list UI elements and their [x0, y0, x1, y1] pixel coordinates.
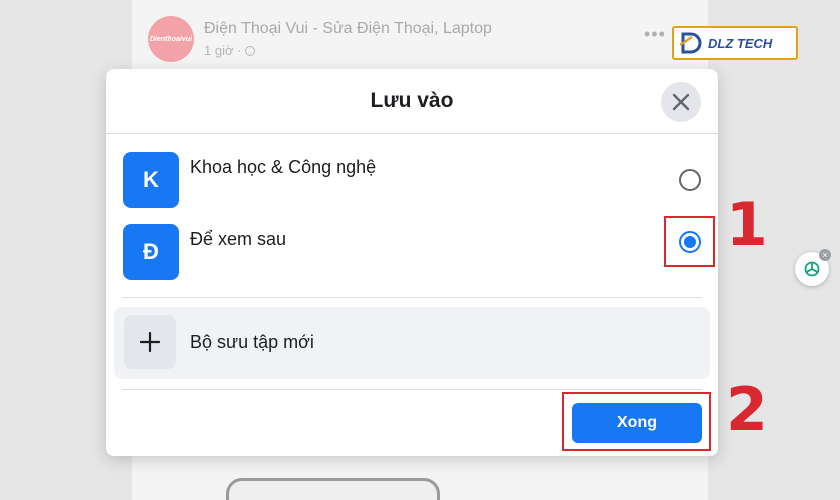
close-icon [672, 93, 690, 111]
step-number-1: 1 [726, 190, 768, 260]
post-time: 1 giờ · [204, 43, 242, 58]
openai-icon [804, 261, 820, 277]
header-divider [106, 133, 718, 134]
step-number-2: 2 [726, 375, 768, 445]
assistant-extension-button[interactable]: × [795, 249, 831, 286]
dlz-logo-icon [680, 32, 702, 54]
phone-image [226, 478, 440, 500]
list-divider [122, 297, 702, 298]
new-collection-button[interactable]: Bộ sưu tập mới [114, 307, 710, 379]
highlight-box-radio [664, 216, 715, 267]
footer-divider [122, 389, 702, 390]
plus-icon-box [124, 315, 176, 369]
collection-label: Khoa học & Công nghệ [190, 157, 377, 177]
collection-label: Để xem sau [190, 229, 287, 249]
highlight-box-done [562, 392, 711, 451]
globe-icon [245, 45, 256, 56]
collection-item-de-xem-sau[interactable]: Đ Để xem sau [123, 224, 701, 280]
post-author-name[interactable]: Điện Thoại Vui - Sửa Điện Thoại, Laptop [204, 20, 492, 38]
dlz-tech-logo: DLZ TECH [672, 26, 798, 60]
collection-initial-icon: K [123, 152, 179, 208]
logo-text: DLZ TECH [708, 35, 773, 51]
dialog-title: Lưu vào [370, 89, 454, 112]
post-avatar-text: Dienthoaivui [149, 35, 192, 43]
collection-initial-icon: Đ [123, 224, 179, 280]
close-badge-icon[interactable]: × [819, 249, 831, 261]
collection-item-khoa-hoc[interactable]: K Khoa học & Công nghệ [123, 152, 701, 208]
new-collection-label: Bộ sưu tập mới [190, 332, 314, 352]
post-avatar[interactable]: Dienthoaivui [148, 16, 194, 62]
close-button[interactable] [661, 82, 701, 122]
collection-radio-khoa-hoc[interactable] [679, 169, 701, 191]
ellipsis-icon[interactable]: ••• [644, 24, 666, 45]
plus-icon [140, 332, 160, 352]
post-meta: 1 giờ · [204, 43, 256, 58]
